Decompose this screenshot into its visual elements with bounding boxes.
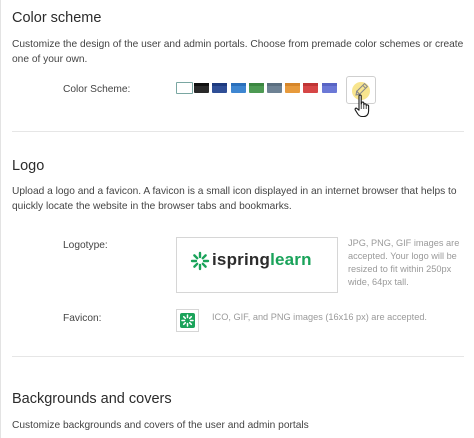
ispring-favicon-icon	[181, 314, 194, 327]
favicon-label: Favicon:	[63, 313, 102, 324]
backgrounds-heading: Backgrounds and covers	[12, 391, 172, 407]
swatch-stripe	[267, 83, 282, 86]
swatch-white-green[interactable]	[176, 82, 193, 94]
logotype-note: JPG, PNG, GIF images are accepted. Your …	[348, 238, 460, 287]
swatch-stripe	[194, 83, 210, 86]
swatch-slate[interactable]	[267, 83, 282, 93]
logotype-wordmark: ispringlearn	[212, 250, 312, 270]
color-scheme-description: Customize the design of the user and adm…	[12, 39, 464, 65]
swatch-orange[interactable]	[285, 83, 301, 93]
color-scheme-heading: Color scheme	[12, 10, 102, 26]
swatch-stripe	[212, 83, 228, 86]
favicon-note: ICO, GIF, and PNG images (16x16 px) are …	[212, 312, 427, 322]
swatch-navy[interactable]	[212, 83, 228, 93]
hand-pointer-icon	[354, 94, 370, 118]
swatch-red[interactable]	[303, 83, 319, 93]
color-scheme-label: Color Scheme:	[63, 84, 131, 95]
swatch-black[interactable]	[194, 83, 210, 93]
left-border	[0, 0, 1, 438]
favicon-upload[interactable]	[176, 309, 199, 332]
swatch-periwinkle[interactable]	[321, 83, 337, 93]
swatch-stripe	[303, 83, 319, 86]
favicon-preview	[180, 313, 195, 328]
swatch-stripe	[230, 83, 246, 86]
swatch-green[interactable]	[248, 83, 264, 93]
logo-description: Upload a logo and a favicon. A favicon i…	[12, 186, 457, 212]
swatch-stripe	[285, 83, 301, 86]
logo-heading: Logo	[12, 158, 45, 174]
ispring-logo-icon	[190, 251, 210, 271]
logotype-label: Logotype:	[63, 240, 108, 251]
swatch-stripe	[321, 83, 337, 86]
backgrounds-description: Customize backgrounds and covers of the …	[12, 420, 309, 431]
swatch-stripe	[248, 83, 264, 86]
wordmark-ispring: ispring	[212, 250, 271, 269]
section-divider	[12, 356, 464, 357]
swatch-blue[interactable]	[230, 83, 246, 93]
section-divider	[12, 131, 464, 132]
wordmark-learn: learn	[270, 250, 312, 269]
